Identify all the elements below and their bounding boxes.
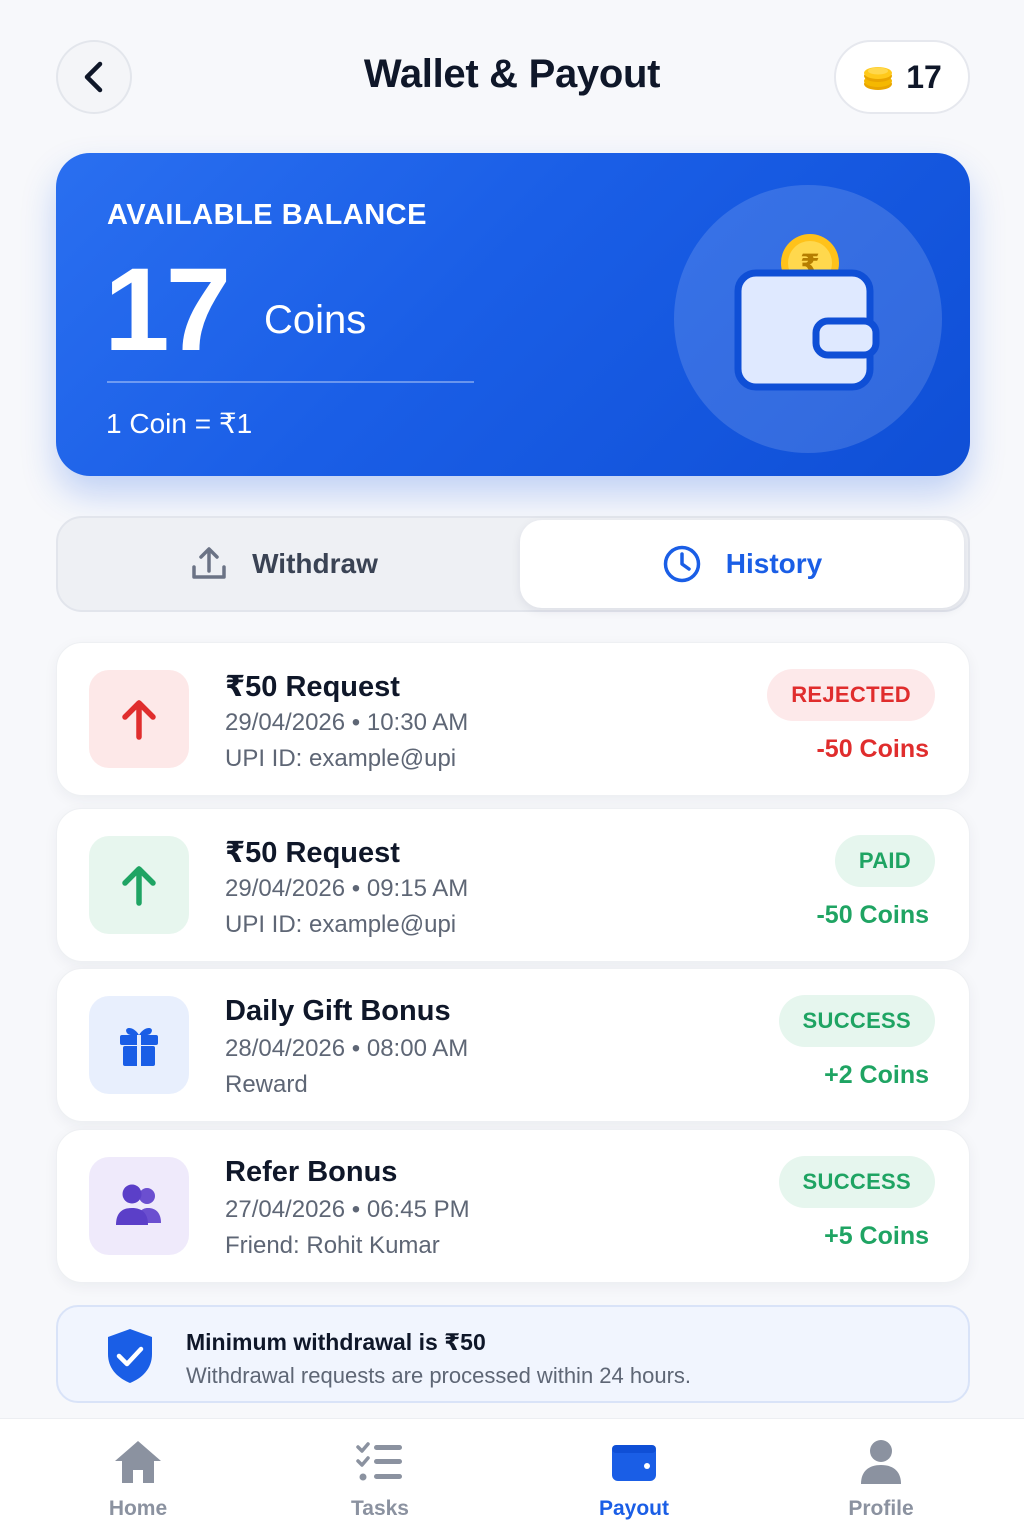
- tab-history-label: History: [725, 548, 823, 579]
- status-badge: REJECTED: [767, 669, 935, 721]
- nav-label-payout: Payout: [598, 1497, 669, 1520]
- transaction-icon-box: [89, 670, 189, 768]
- status-badge: PAID: [834, 835, 935, 887]
- coin-balance-pill[interactable]: 17: [834, 40, 970, 114]
- transaction-amount: +2 Coins: [824, 1061, 929, 1089]
- shield-check-icon: [108, 1329, 152, 1383]
- balance-divider: [107, 381, 474, 383]
- transaction-icon-box: [89, 836, 189, 934]
- tab-history[interactable]: History: [520, 520, 964, 608]
- transaction-title: ₹50 Request: [225, 837, 400, 869]
- wallet-icon: [612, 1445, 656, 1481]
- transaction-detail: UPI ID: example@upi: [225, 911, 457, 938]
- transaction-amount: +5 Coins: [824, 1222, 929, 1250]
- transaction-date: 27/04/2026 • 06:45 PM: [225, 1196, 470, 1223]
- info-text: Withdrawal requests are processed within…: [186, 1363, 692, 1388]
- transaction-title: Refer Bonus: [225, 1156, 398, 1188]
- balance-label: AVAILABLE BALANCE: [107, 199, 427, 231]
- transaction-row[interactable]: Daily Gift Bonus 28/04/2026 • 08:00 AM R…: [56, 968, 970, 1122]
- transaction-title: Daily Gift Bonus: [225, 995, 451, 1027]
- balance-value: 17: [104, 244, 231, 376]
- transaction-row[interactable]: ₹50 Request 29/04/2026 • 09:15 AM UPI ID…: [56, 808, 970, 962]
- profile-icon: [861, 1440, 901, 1484]
- transaction-detail: UPI ID: example@upi: [225, 745, 457, 772]
- home-icon: [115, 1441, 161, 1483]
- nav-item-home[interactable]: Home: [58, 1437, 218, 1527]
- nav-item-profile[interactable]: Profile: [801, 1437, 961, 1527]
- balance-card: AVAILABLE BALANCE 17 Coins 1 Coin = ₹1 ₹: [56, 153, 970, 476]
- balance-unit: Coins: [264, 298, 367, 342]
- bottom-navigation: Home Tasks Payout Profile: [0, 1418, 1024, 1536]
- nav-label-profile: Profile: [848, 1497, 914, 1520]
- transaction-icon-box: [89, 996, 189, 1094]
- status-badge: SUCCESS: [778, 995, 935, 1047]
- transaction-date: 29/04/2026 • 09:15 AM: [225, 875, 469, 902]
- coin-count: 17: [906, 58, 942, 95]
- nav-label-tasks: Tasks: [351, 1497, 409, 1520]
- clock-icon: [663, 545, 701, 583]
- transaction-date: 28/04/2026 • 08:00 AM: [225, 1035, 469, 1062]
- tasks-icon: [356, 1442, 402, 1481]
- nav-item-payout[interactable]: Payout: [554, 1437, 714, 1527]
- tab-withdraw-label: Withdraw: [252, 548, 378, 579]
- conversion-rate: 1 Coin = ₹1: [106, 408, 253, 439]
- arrow-up-icon: [122, 866, 156, 906]
- wallet-coin-illustration: ₹: [734, 234, 880, 391]
- transaction-amount: -50 Coins: [816, 735, 929, 763]
- transaction-row[interactable]: Refer Bonus 27/04/2026 • 06:45 PM Friend…: [56, 1129, 970, 1283]
- withdrawal-info-box: Minimum withdrawal is ₹50 Withdrawal req…: [56, 1305, 970, 1403]
- transaction-row[interactable]: ₹50 Request 29/04/2026 • 10:30 AM UPI ID…: [56, 642, 970, 796]
- tab-withdraw[interactable]: Withdraw: [62, 520, 506, 608]
- transaction-detail: Friend: Rohit Kumar: [225, 1232, 440, 1259]
- segmented-tabs: Withdraw History: [56, 516, 970, 612]
- transaction-title: ₹50 Request: [225, 671, 400, 703]
- coin-stack-icon: [864, 67, 893, 90]
- header: Wallet & Payout 17: [0, 0, 1024, 150]
- gift-icon: [120, 1028, 158, 1066]
- transaction-date: 29/04/2026 • 10:30 AM: [225, 709, 469, 736]
- transaction-amount: -50 Coins: [816, 901, 929, 929]
- nav-label-home: Home: [108, 1497, 168, 1520]
- status-badge: SUCCESS: [778, 1156, 935, 1208]
- users-icon: [116, 1184, 161, 1225]
- transaction-icon-box: [89, 1157, 189, 1255]
- nav-item-tasks[interactable]: Tasks: [300, 1437, 460, 1527]
- arrow-up-icon: [122, 700, 156, 740]
- info-title: Minimum withdrawal is ₹50: [186, 1329, 486, 1355]
- upload-icon: [192, 547, 226, 579]
- transaction-detail: Reward: [225, 1071, 308, 1098]
